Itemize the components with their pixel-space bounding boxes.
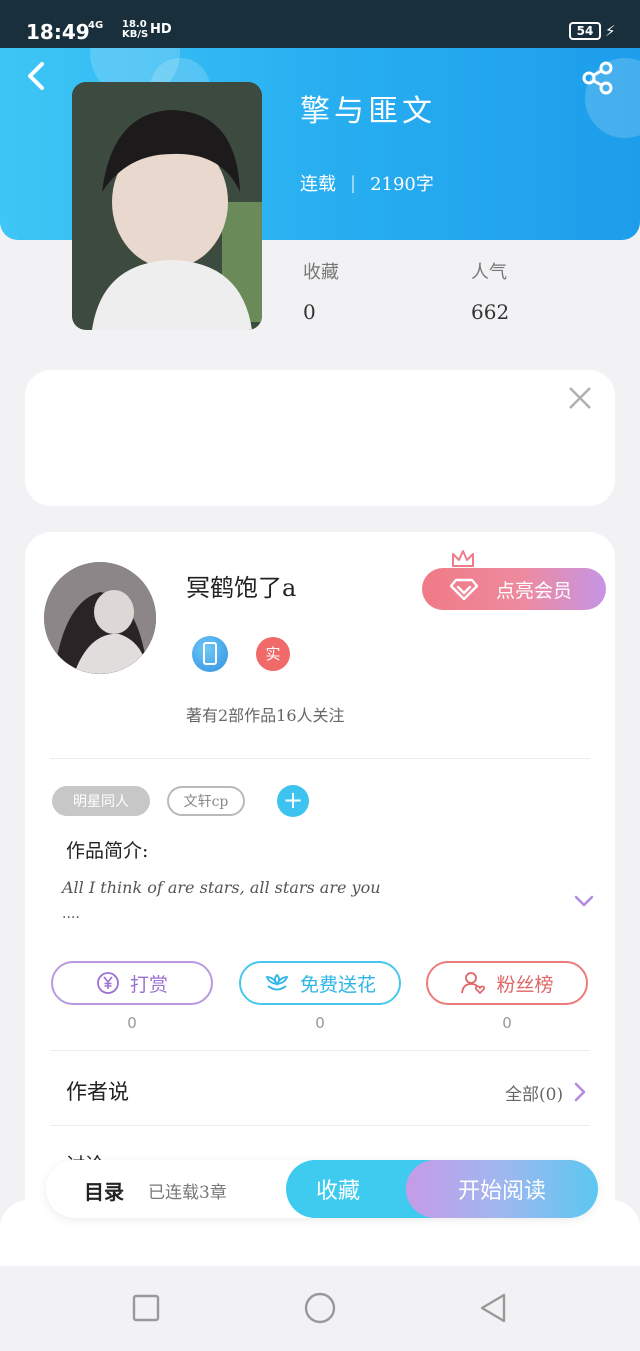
vip-button[interactable]: 点亮会员: [422, 568, 606, 610]
fan-ranking-label: 粉丝榜: [496, 973, 554, 996]
add-tag-button[interactable]: +: [277, 785, 309, 817]
book-status: 连载: [300, 174, 336, 195]
reward-label: 打赏: [129, 973, 168, 996]
phone-verified-icon: [192, 636, 228, 672]
stat-label: 人气: [471, 262, 507, 283]
reward-count: 0: [127, 1014, 137, 1032]
back-arrow-icon[interactable]: [22, 58, 50, 94]
stat-label: 收藏: [303, 262, 339, 283]
divider: [50, 1125, 590, 1126]
intro-ellipsis: ....: [62, 906, 80, 922]
book-meta: 连载 | 2190字: [300, 170, 434, 196]
hd-indicator: HD: [150, 22, 172, 37]
divider: [50, 758, 590, 759]
favorite-button-label: 收藏: [316, 1179, 361, 1204]
author-name[interactable]: 冥鹤饱了a: [186, 568, 296, 603]
author-stats: 著有2部作品16人关注: [186, 706, 345, 725]
status-time: 18:49: [26, 20, 90, 44]
yen-icon: [97, 972, 119, 994]
toc-button[interactable]: 目录: [84, 1176, 124, 1205]
phone-glyph: [203, 642, 217, 665]
stat-favorites: 收藏 0: [303, 258, 339, 324]
close-icon[interactable]: [566, 384, 594, 412]
author-says-all-link[interactable]: 全部(0): [505, 1080, 563, 1105]
start-reading-label: 开始阅读: [457, 1179, 546, 1204]
avatar-image: [44, 562, 156, 674]
start-reading-button[interactable]: 开始阅读: [406, 1160, 598, 1218]
charging-icon: ⚡: [605, 22, 616, 40]
book-title: 擎与匪文: [300, 94, 436, 129]
chapter-count: 已连载3章: [148, 1183, 227, 1203]
flower-count: 0: [315, 1014, 325, 1032]
tag-item[interactable]: 文轩cp: [167, 786, 245, 816]
square-icon[interactable]: [128, 1290, 164, 1326]
stat-value: 0: [303, 300, 316, 324]
triangle-back-icon[interactable]: [476, 1290, 512, 1326]
fan-count: 0: [502, 1014, 512, 1032]
battery-indicator: 54: [569, 22, 601, 40]
diamond-icon: [450, 578, 478, 601]
book-cover[interactable]: [72, 82, 262, 330]
network-speed: 18.0 KB/S: [122, 20, 148, 40]
stat-value: 662: [471, 300, 510, 324]
author-avatar[interactable]: [44, 562, 156, 674]
real-name-badge: 实: [256, 637, 290, 671]
circle-icon[interactable]: [302, 1290, 338, 1326]
share-icon[interactable]: [580, 60, 616, 96]
reward-button[interactable]: 打赏: [51, 961, 213, 1005]
fan-icon: [461, 972, 486, 995]
vip-button-label: 点亮会员: [496, 579, 573, 602]
tag-item[interactable]: 明星同人: [52, 786, 150, 816]
book-word-count: 2190字: [370, 174, 434, 195]
fan-ranking-button[interactable]: 粉丝榜: [426, 961, 588, 1005]
status-bar: 18:49 4G 18.0 KB/S HD 54 ⚡: [0, 0, 640, 48]
chevron-right-icon[interactable]: [572, 1080, 588, 1104]
chevron-down-icon[interactable]: [572, 892, 596, 910]
author-says-title: 作者说: [66, 1080, 129, 1104]
meta-separator: |: [350, 172, 357, 194]
network-indicator: 4G: [88, 20, 104, 31]
intro-title: 作品简介:: [66, 840, 149, 862]
send-flower-button[interactable]: 免费送花: [239, 961, 401, 1005]
send-flower-label: 免费送花: [299, 973, 376, 996]
intro-text: All I think of are stars, all stars are …: [62, 878, 381, 897]
speed-unit: KB/S: [122, 29, 149, 40]
flower-icon: [265, 973, 289, 991]
ad-card: [25, 370, 615, 506]
cover-portrait: [72, 82, 262, 330]
divider: [50, 1050, 590, 1051]
crown-icon: [452, 550, 474, 567]
stat-popularity: 人气 662: [471, 258, 509, 324]
